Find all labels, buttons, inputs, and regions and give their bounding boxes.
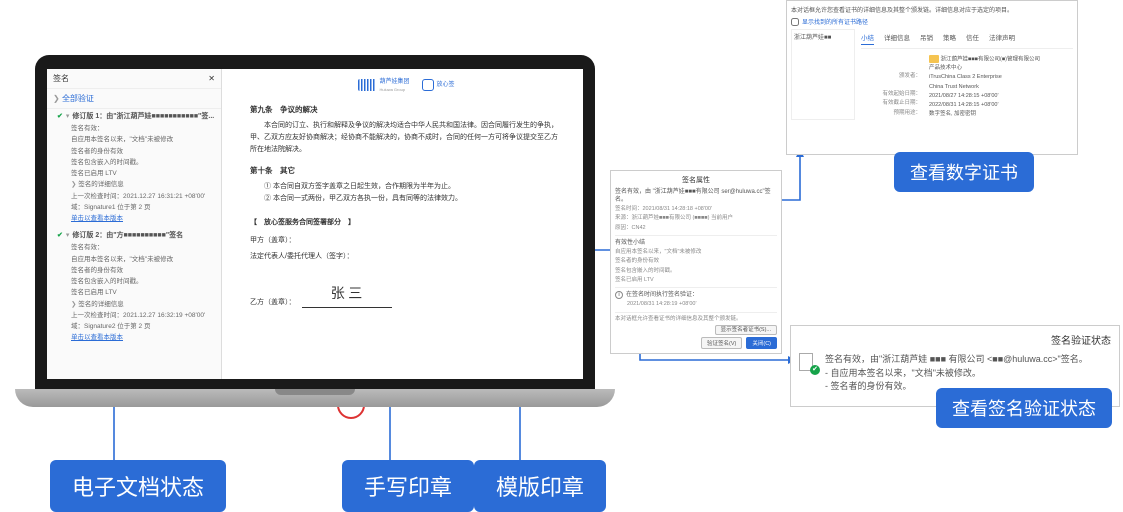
valid-signature-icon: ✔ xyxy=(799,353,817,373)
view-version-link[interactable]: 单击以查看本版本 xyxy=(71,333,217,343)
show-all-paths-checkbox[interactable] xyxy=(791,18,799,26)
chevron-icon[interactable]: ❯ xyxy=(53,94,60,103)
close-button[interactable]: 关闭(C) xyxy=(746,337,777,349)
logo-fangxinqian: 放心签 xyxy=(422,77,455,94)
show-cert-button[interactable]: 显示签名者证书(S)... xyxy=(715,325,777,335)
callout-doc-state: 电子文档状态 xyxy=(50,460,226,512)
signature-panel: 签名 ✕ ❯ 全部验证 ✔▾修订版 1：由"浙江葫芦娃■■■■■■■■■■■"签… xyxy=(47,69,222,379)
callout-hand-stamp: 手写印章 xyxy=(342,460,474,512)
party-a-rep: 法定代表人/委托代理人（签字）： xyxy=(250,251,563,263)
signature-entry[interactable]: ✔▾修订版 2：由"方■■■■■■■■■■"签名 签名有效： 自应用本签名以来，… xyxy=(47,228,221,347)
cert-tree[interactable]: 浙江葫芦娃■■ xyxy=(791,29,855,120)
section-heading: 第十条 其它 xyxy=(250,165,563,178)
cert-tabs[interactable]: 小结 详细信息 吊销 策略 信任 法律声明 xyxy=(861,29,1073,49)
paragraph: 本合同的订立、执行和解释及争议的解决均适合中华人民共和国法律。因合同履行发生的争… xyxy=(250,120,563,156)
info-icon: i xyxy=(615,291,623,299)
dialog-title: 签名属性 xyxy=(615,175,777,185)
logo-huluwa: 葫芦娃集团Huluwa Group xyxy=(358,77,409,94)
signature-properties-dialog: 签名属性 签名有效，由 "浙江葫芦娃■■■有限公司 ser@huluwa.cc"… xyxy=(610,170,782,354)
laptop-mockup: 签名 ✕ ❯ 全部验证 ✔▾修订版 1：由"浙江葫芦娃■■■■■■■■■■■"签… xyxy=(35,55,595,407)
party-b-label: 乙方（盖章）： xyxy=(250,297,296,309)
verify-all-link[interactable]: 全部验证 xyxy=(62,94,94,103)
callout-view-status: 查看签名验证状态 xyxy=(936,388,1112,428)
panel-title: 签名 xyxy=(53,73,69,84)
laptop-base xyxy=(15,389,615,407)
paragraph: ② 本合同一式两份，甲乙双方各执一份，具有同等的法律效力。 xyxy=(250,193,563,205)
certificate-viewer: 本对话框允许您查看证书的详细信息及其整个颁发链。详细信息对应于选定的项目。 显示… xyxy=(786,0,1078,155)
signature-entry[interactable]: ✔▾修订版 1：由"浙江葫芦娃■■■■■■■■■■■"签... 签名有效： 自应… xyxy=(47,109,221,228)
verify-button[interactable]: 验证签名(V) xyxy=(701,337,742,349)
sign-section-header: 【 放心签服务合同签署部分 】 xyxy=(250,219,355,226)
section-heading: 第九条 争议的解决 xyxy=(250,104,563,117)
check-icon: ✔ xyxy=(57,231,63,242)
handwritten-signature: 张 三 xyxy=(302,283,392,309)
document-view: 葫芦娃集团Huluwa Group 放心签 第九条 争议的解决 本合同的订立、执… xyxy=(222,69,583,379)
close-icon[interactable]: ✕ xyxy=(208,74,215,83)
callout-template-stamp: 模版印章 xyxy=(474,460,606,512)
folder-icon xyxy=(929,55,939,63)
check-icon: ✔ xyxy=(57,112,63,123)
dialog-title: 签名验证状态 xyxy=(799,332,1111,347)
party-a-label: 甲方（盖章）： xyxy=(250,235,563,247)
paragraph: ① 本合同自双方签字盖章之日起生效，合作期限为半年为止。 xyxy=(250,181,563,193)
view-version-link[interactable]: 单击以查看本版本 xyxy=(71,214,217,224)
callout-view-cert: 查看数字证书 xyxy=(894,152,1034,192)
